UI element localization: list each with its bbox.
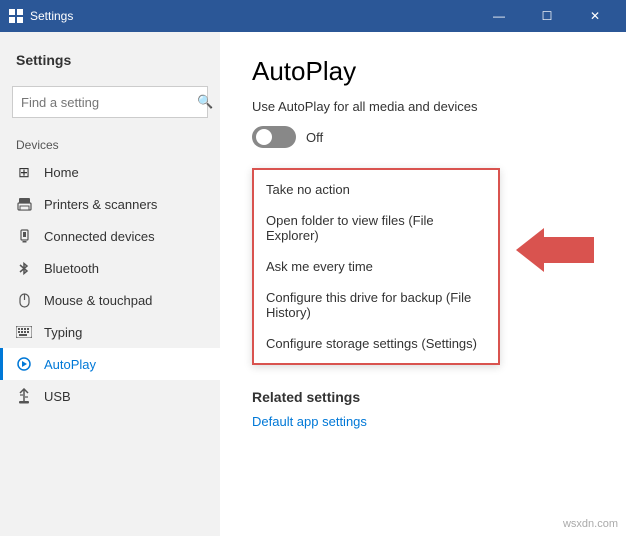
autoplay-icon xyxy=(16,356,32,372)
search-box[interactable]: 🔍 xyxy=(12,86,208,118)
dropdown-item-1[interactable]: Open folder to view files (File Explorer… xyxy=(254,205,498,251)
autoplay-toggle[interactable] xyxy=(252,126,296,148)
arrow-body xyxy=(544,237,594,263)
sidebar-item-label: Mouse & touchpad xyxy=(44,293,152,308)
sidebar: Settings 🔍 Devices ⊞ Home Printers & sca… xyxy=(0,32,220,536)
app-body: Settings 🔍 Devices ⊞ Home Printers & sca… xyxy=(0,32,626,536)
usb-icon xyxy=(16,388,32,404)
sidebar-item-typing[interactable]: Typing xyxy=(0,316,220,348)
main-content: AutoPlay Use AutoPlay for all media and … xyxy=(220,32,626,536)
sidebar-header: Settings xyxy=(0,32,220,78)
minimize-button[interactable]: — xyxy=(476,0,522,32)
toggle-label: Off xyxy=(306,130,323,145)
dropdown-item-3[interactable]: Configure this drive for backup (File Hi… xyxy=(254,282,498,328)
maximize-button[interactable]: ☐ xyxy=(524,0,570,32)
sidebar-section-label: Devices xyxy=(0,130,220,156)
related-settings: Related settings Default app settings xyxy=(252,389,594,431)
titlebar: Settings — ☐ ✕ xyxy=(0,0,626,32)
sidebar-item-bluetooth[interactable]: Bluetooth xyxy=(0,252,220,284)
home-icon: ⊞ xyxy=(16,164,32,180)
dropdown-item-4[interactable]: Configure storage settings (Settings) xyxy=(254,328,498,359)
bluetooth-icon xyxy=(16,260,32,276)
titlebar-controls: — ☐ ✕ xyxy=(476,0,618,32)
dropdown-container: Take no action Open folder to view files… xyxy=(252,168,594,365)
titlebar-title: Settings xyxy=(30,9,476,23)
dropdown-box: Take no action Open folder to view files… xyxy=(252,168,500,365)
search-input[interactable] xyxy=(21,95,197,110)
watermark: wsxdn.com xyxy=(563,518,618,530)
arrow-head xyxy=(516,228,544,272)
sidebar-item-autoplay[interactable]: AutoPlay xyxy=(0,348,220,380)
sidebar-item-connected[interactable]: Connected devices xyxy=(0,220,220,252)
connected-icon xyxy=(16,228,32,244)
sidebar-header-title: Settings xyxy=(16,52,71,68)
page-title: AutoPlay xyxy=(252,56,594,87)
sidebar-item-label: AutoPlay xyxy=(44,357,96,372)
sidebar-item-mouse[interactable]: Mouse & touchpad xyxy=(0,284,220,316)
dropdown-item-0[interactable]: Take no action xyxy=(254,174,498,205)
sidebar-item-printers[interactable]: Printers & scanners xyxy=(0,188,220,220)
sidebar-item-label: Printers & scanners xyxy=(44,197,157,212)
default-app-settings-link[interactable]: Default app settings xyxy=(252,414,367,429)
sidebar-item-usb[interactable]: USB xyxy=(0,380,220,412)
search-icon: 🔍 xyxy=(197,94,213,110)
related-settings-title: Related settings xyxy=(252,389,594,405)
autoplay-description: Use AutoPlay for all media and devices xyxy=(252,99,594,114)
mouse-icon xyxy=(16,292,32,308)
red-arrow xyxy=(516,228,594,272)
toggle-row: Off xyxy=(252,126,594,148)
toggle-knob xyxy=(256,129,272,145)
sidebar-item-label: Home xyxy=(44,165,79,180)
sidebar-item-home[interactable]: ⊞ Home xyxy=(0,156,220,188)
titlebar-icon xyxy=(8,8,24,24)
sidebar-item-label: Connected devices xyxy=(44,229,155,244)
typing-icon xyxy=(16,324,32,340)
sidebar-item-label: Bluetooth xyxy=(44,261,99,276)
sidebar-item-label: Typing xyxy=(44,325,82,340)
dropdown-item-2[interactable]: Ask me every time xyxy=(254,251,498,282)
printer-icon xyxy=(16,196,32,212)
sidebar-item-label: USB xyxy=(44,389,71,404)
close-button[interactable]: ✕ xyxy=(572,0,618,32)
